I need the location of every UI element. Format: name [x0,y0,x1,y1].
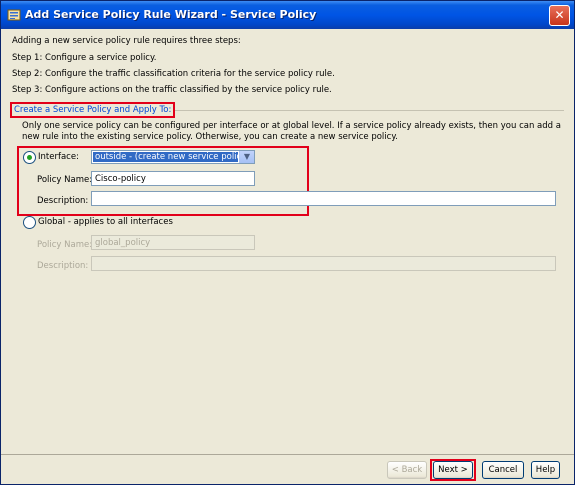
description-label: Description: [37,196,89,206]
chevron-down-icon[interactable]: ▼ [239,151,254,163]
global-description-input[interactable] [91,256,556,271]
interface-radio[interactable] [23,151,36,164]
window-title: Add Service Policy Rule Wizard - Service… [25,8,317,21]
interface-select[interactable]: outside - (create new service policy) ▼ [91,150,255,164]
interface-select-value: outside - (create new service policy) [93,152,238,162]
section-divider [169,110,564,111]
section-description: Only one service policy can be configure… [22,121,561,142]
global-radio[interactable] [23,216,36,229]
title-bar: Add Service Policy Rule Wizard - Service… [1,1,574,29]
radio-selected-dot [27,155,32,160]
button-bar-divider [1,454,574,455]
back-button[interactable]: < Back [387,461,427,479]
next-button[interactable]: Next > [433,461,473,479]
global-policy-name-label: Policy Name: [37,240,93,250]
policy-name-label: Policy Name: [37,175,93,185]
global-label: Global - applies to all interfaces [38,217,173,227]
help-button[interactable]: Help [531,461,560,479]
section-title: Create a Service Policy and Apply To: [10,102,176,118]
wizard-window: Add Service Policy Rule Wizard - Service… [0,0,575,485]
interface-label: Interface: [38,152,79,162]
close-icon: ✕ [554,8,565,22]
wizard-icon [7,9,21,21]
step-1-text: Step 1: Configure a service policy. [12,53,157,63]
step-3-text: Step 3: Configure actions on the traffic… [12,85,332,95]
intro-text: Adding a new service policy rule require… [12,36,241,46]
description-input[interactable] [91,191,556,206]
step-2-text: Step 2: Configure the traffic classifica… [12,69,335,79]
global-policy-name-input[interactable]: global_policy [91,235,255,250]
cancel-button[interactable]: Cancel [482,461,524,479]
policy-name-input[interactable]: Cisco-policy [91,171,255,186]
global-description-label: Description: [37,261,89,271]
close-button[interactable]: ✕ [549,5,570,26]
